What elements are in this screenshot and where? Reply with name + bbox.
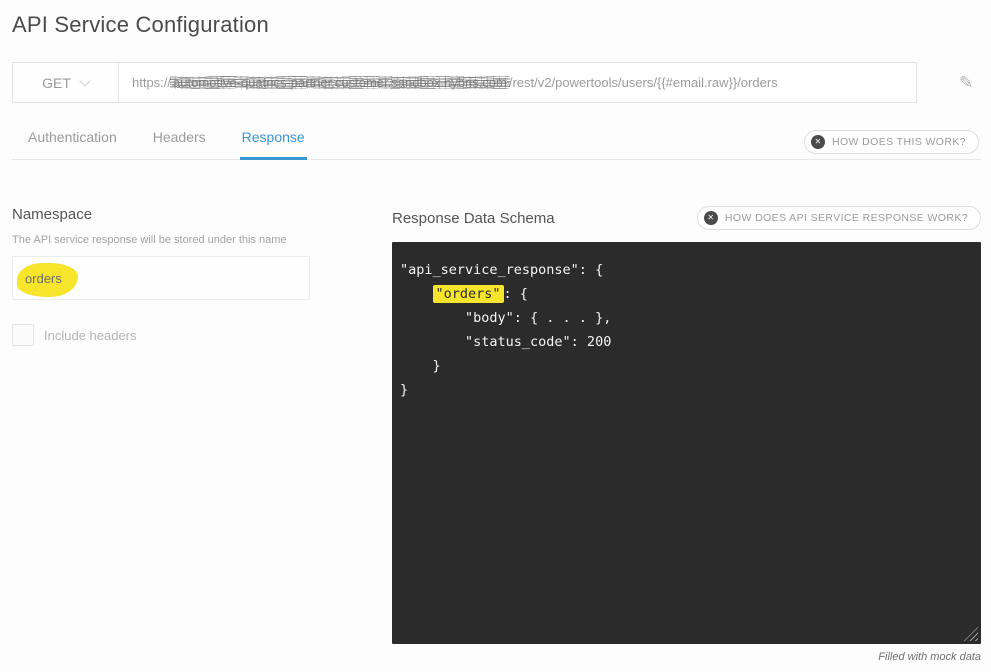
code-line: "status_code": 200 [400, 334, 612, 350]
tabs-bar: Authentication Headers Response ✕ HOW DO… [12, 121, 981, 160]
request-row: GET https:// automotive-quatrics-partner… [12, 62, 981, 103]
url-suffix: /rest/v2/powertools/users/{{#email.raw}}… [508, 75, 778, 90]
code-line: } [400, 382, 409, 398]
pencil-icon[interactable]: ✎ [959, 73, 973, 93]
page-title: API Service Configuration [12, 12, 269, 37]
code-line: "orders": { [400, 282, 969, 306]
namespace-heading: Namespace [12, 206, 93, 223]
response-schema-header: Response Data Schema ✕ HOW DOES API SERV… [392, 206, 981, 230]
orders-key-highlighted: "orders" [432, 285, 504, 303]
main-content: Namespace The API service response will … [12, 206, 981, 663]
include-headers-label: Include headers [44, 327, 137, 343]
code-line: "body": { . . . }, [400, 310, 612, 326]
close-circle-icon: ✕ [811, 135, 825, 149]
url-input[interactable]: https:// automotive-quatrics-partner.cus… [119, 63, 916, 102]
namespace-value-highlighted: orders [16, 262, 79, 297]
namespace-section: Namespace The API service response will … [12, 206, 312, 663]
how-does-api-service-response-work-label: HOW DOES API SERVICE RESPONSE WORK? [724, 212, 968, 224]
how-does-api-service-response-work-button[interactable]: ✕ HOW DOES API SERVICE RESPONSE WORK? [696, 206, 981, 230]
close-circle-icon: ✕ [703, 211, 718, 225]
code-line: "api_service_response": { [400, 262, 604, 278]
response-schema-section: Response Data Schema ✕ HOW DOES API SERV… [392, 206, 981, 663]
include-headers-row: Include headers [12, 324, 312, 346]
how-does-this-work-label: HOW DOES THIS WORK? [832, 136, 966, 148]
mock-data-note: Filled with mock data [878, 651, 981, 663]
request-url-bar: GET https:// automotive-quatrics-partner… [12, 62, 917, 103]
url-redacted-segment: automotive-quatrics-partner.customer.san… [170, 75, 510, 90]
resize-handle[interactable] [963, 626, 978, 641]
url-prefix: https:// [132, 75, 172, 90]
tab-authentication[interactable]: Authentication [26, 121, 119, 159]
tab-response[interactable]: Response [239, 121, 307, 160]
code-line: } [400, 358, 441, 374]
chevron-down-icon [79, 74, 91, 87]
namespace-input[interactable]: orders [12, 256, 310, 300]
tabs: Authentication Headers Response [26, 121, 339, 160]
http-method-value: GET [42, 74, 71, 91]
response-schema-heading: Response Data Schema [392, 209, 555, 227]
how-does-this-work-button[interactable]: ✕ HOW DOES THIS WORK? [804, 130, 979, 154]
api-service-configuration-page: API Service Configuration GET https:// a… [0, 0, 991, 663]
namespace-description: The API service response will be stored … [12, 234, 287, 246]
include-headers-checkbox[interactable] [12, 324, 34, 346]
tab-headers[interactable]: Headers [151, 121, 208, 159]
http-method-select[interactable]: GET [13, 63, 119, 102]
response-data-schema-code: "api_service_response": { "orders": { "b… [392, 242, 981, 644]
